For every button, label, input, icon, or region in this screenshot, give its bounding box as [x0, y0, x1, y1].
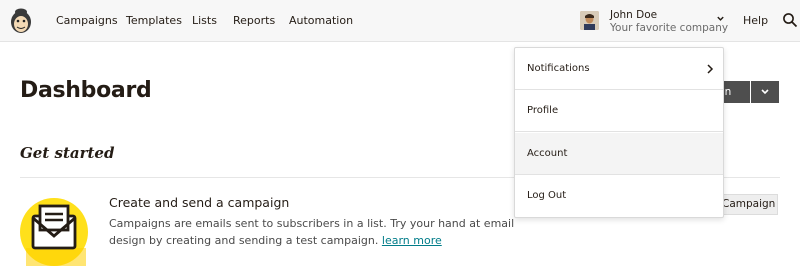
nav-templates[interactable]: Templates: [126, 14, 182, 27]
menu-item-account[interactable]: Account: [515, 133, 723, 175]
chevron-right-icon: [707, 64, 714, 74]
account-dropdown-menu: Notifications Profile Account Log Out: [514, 47, 724, 218]
search-icon[interactable]: [782, 12, 798, 28]
top-navigation-bar: Campaigns Templates Lists Reports Automa…: [0, 0, 800, 42]
menu-item-label: Profile: [527, 105, 559, 116]
menu-item-logout[interactable]: Log Out: [515, 175, 723, 217]
avatar[interactable]: [580, 11, 599, 30]
menu-item-label: Notifications: [527, 63, 590, 74]
envelope-icon: [20, 198, 88, 266]
envelope-illustration: [20, 192, 90, 266]
section-title: Get started: [20, 144, 115, 162]
user-name[interactable]: John Doe: [610, 9, 657, 21]
learn-more-link[interactable]: learn more: [382, 234, 442, 247]
card-title: Create and send a campaign: [109, 195, 290, 210]
page-title: Dashboard: [20, 78, 152, 103]
nav-lists[interactable]: Lists: [192, 14, 217, 27]
freddie-logo-icon[interactable]: [9, 7, 33, 35]
nav-automation[interactable]: Automation: [289, 14, 353, 27]
nav-reports[interactable]: Reports: [233, 14, 275, 27]
menu-item-label: Log Out: [527, 190, 567, 201]
user-company[interactable]: Your favorite company: [610, 22, 728, 34]
help-link[interactable]: Help: [743, 14, 768, 27]
card-description: Campaigns are emails sent to subscribers…: [109, 217, 515, 247]
nav-campaigns[interactable]: Campaigns: [56, 14, 118, 27]
menu-item-label: Account: [527, 148, 568, 159]
chevron-down-icon[interactable]: [716, 14, 725, 23]
create-options-toggle[interactable]: [751, 81, 779, 103]
menu-item-profile[interactable]: Profile: [515, 90, 723, 132]
menu-item-notifications[interactable]: Notifications: [515, 48, 723, 90]
chevron-down-icon: [761, 89, 769, 95]
